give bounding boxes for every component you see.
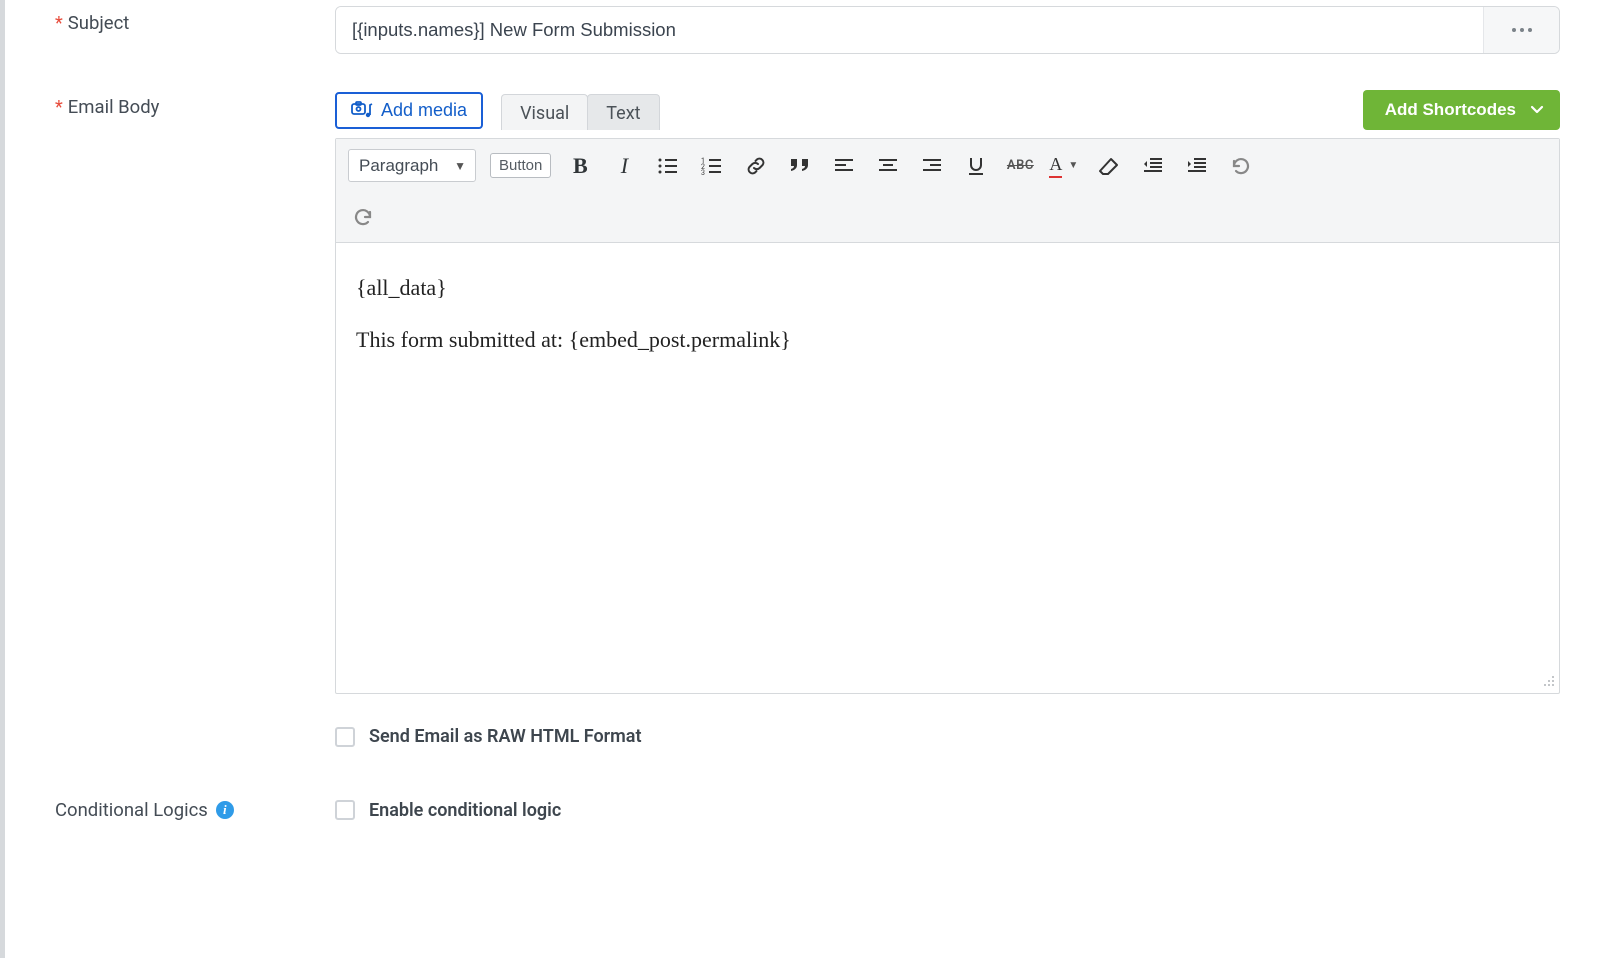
subject-label-col: *Subject — [5, 6, 335, 34]
editor-content[interactable]: {all_data} This form submitted at: {embe… — [336, 243, 1559, 673]
align-left-button[interactable] — [829, 151, 859, 181]
resize-grip-icon — [1541, 673, 1555, 687]
svg-text:3: 3 — [701, 169, 705, 175]
raw-html-checkbox[interactable] — [335, 727, 355, 747]
subject-row: *Subject — [5, 6, 1600, 54]
undo-icon — [1230, 157, 1252, 175]
outdent-button[interactable] — [1138, 151, 1168, 181]
editor-toolbar: Paragraph ▼ Button B I 1 — [336, 139, 1559, 243]
info-icon[interactable]: i — [216, 801, 234, 819]
chevron-down-icon — [1530, 105, 1544, 115]
add-media-button[interactable]: Add media — [335, 92, 483, 129]
email-body-row: *Email Body Add media Visual Text Add Sh… — [5, 90, 1600, 761]
undo-button[interactable] — [1226, 151, 1256, 181]
ellipsis-icon — [1510, 27, 1534, 33]
indent-icon — [1186, 157, 1208, 175]
subject-label: *Subject — [55, 12, 129, 34]
numbered-list-icon: 1 2 3 — [701, 157, 723, 175]
subject-more-button[interactable] — [1483, 7, 1559, 53]
resize-handle[interactable] — [336, 673, 1559, 693]
editor-line-1: {all_data} — [356, 275, 1539, 301]
subject-label-text: Subject — [68, 12, 130, 34]
editor-line-2: This form submitted at: {embed_post.perm… — [356, 327, 1539, 353]
conditional-section-label: Conditional Logics i — [55, 799, 234, 821]
subject-input[interactable] — [336, 7, 1483, 53]
strikethrough-button[interactable]: ABC — [1005, 151, 1035, 181]
tab-visual[interactable]: Visual — [501, 94, 588, 130]
caret-down-icon: ▼ — [1066, 159, 1080, 173]
link-icon — [745, 155, 767, 177]
editor-wrapper: Paragraph ▼ Button B I 1 — [335, 138, 1560, 694]
underline-button[interactable] — [961, 151, 991, 181]
enable-conditional-row: Enable conditional logic — [335, 800, 1560, 821]
bullet-list-button[interactable] — [653, 151, 683, 181]
enable-conditional-checkbox[interactable] — [335, 800, 355, 820]
add-media-label: Add media — [381, 100, 467, 121]
email-body-label-col: *Email Body — [5, 90, 335, 118]
link-button[interactable] — [741, 151, 771, 181]
text-color-button[interactable]: A ▼ — [1049, 154, 1080, 178]
camera-music-icon — [351, 101, 373, 119]
numbered-list-button[interactable]: 1 2 3 — [697, 151, 727, 181]
format-select-wrap: Paragraph ▼ — [348, 149, 476, 182]
email-body-label-text: Email Body — [68, 96, 160, 118]
required-asterisk: * — [55, 97, 63, 118]
indent-button[interactable] — [1182, 151, 1212, 181]
raw-html-label: Send Email as RAW HTML Format — [369, 726, 642, 747]
conditional-field-col: Enable conditional logic — [335, 800, 1600, 821]
editor-top-bar: Add media Visual Text Add Shortcodes — [335, 90, 1560, 130]
enable-conditional-label: Enable conditional logic — [369, 800, 561, 821]
required-asterisk: * — [55, 13, 63, 34]
blockquote-button[interactable] — [785, 151, 815, 181]
bold-button[interactable]: B — [565, 151, 595, 181]
subject-input-group — [335, 6, 1560, 54]
raw-html-row: Send Email as RAW HTML Format — [335, 712, 1560, 761]
subject-field-col — [335, 6, 1600, 54]
outdent-icon — [1142, 157, 1164, 175]
quote-icon — [788, 157, 812, 175]
email-body-field-col: Add media Visual Text Add Shortcodes Par… — [335, 90, 1600, 761]
align-right-icon — [922, 158, 942, 174]
conditional-row: Conditional Logics i Enable conditional … — [5, 799, 1600, 821]
clear-formatting-button[interactable] — [1094, 151, 1124, 181]
align-right-button[interactable] — [917, 151, 947, 181]
redo-icon — [352, 208, 374, 226]
align-left-icon — [834, 158, 854, 174]
italic-button[interactable]: I — [609, 151, 639, 181]
align-center-button[interactable] — [873, 151, 903, 181]
insert-button-button[interactable]: Button — [490, 153, 551, 178]
tab-text[interactable]: Text — [587, 94, 659, 130]
redo-button[interactable] — [348, 202, 378, 232]
conditional-label-col: Conditional Logics i — [5, 799, 335, 821]
eraser-icon — [1098, 157, 1120, 175]
editor-mode-tabs: Visual Text — [501, 94, 659, 130]
add-shortcodes-label: Add Shortcodes — [1385, 100, 1516, 120]
underline-icon — [967, 156, 985, 176]
bullet-list-icon — [657, 157, 679, 175]
conditional-label-text: Conditional Logics — [55, 799, 208, 821]
email-body-label: *Email Body — [55, 96, 159, 118]
format-select[interactable]: Paragraph — [348, 149, 476, 182]
align-center-icon — [878, 158, 898, 174]
add-shortcodes-button[interactable]: Add Shortcodes — [1363, 90, 1560, 130]
